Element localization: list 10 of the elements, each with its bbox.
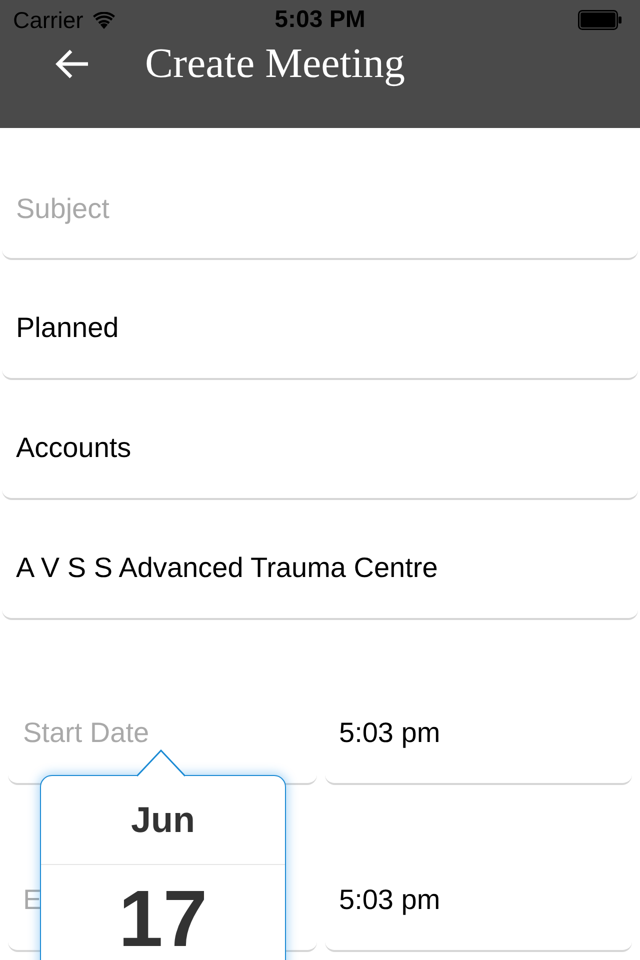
wifi-icon [93, 12, 116, 28]
placeholder-text: Start Date [23, 717, 150, 749]
status-time: 5:03 PM [274, 8, 366, 32]
placeholder-text: E [23, 884, 42, 916]
day-value[interactable]: 17 [118, 879, 208, 959]
month-value[interactable]: Jun [130, 802, 195, 838]
back-arrow-icon [55, 49, 89, 79]
carrier-label: Carrier [13, 8, 84, 32]
screen-title: Create Meeting [145, 43, 406, 85]
battery-icon [578, 10, 622, 30]
